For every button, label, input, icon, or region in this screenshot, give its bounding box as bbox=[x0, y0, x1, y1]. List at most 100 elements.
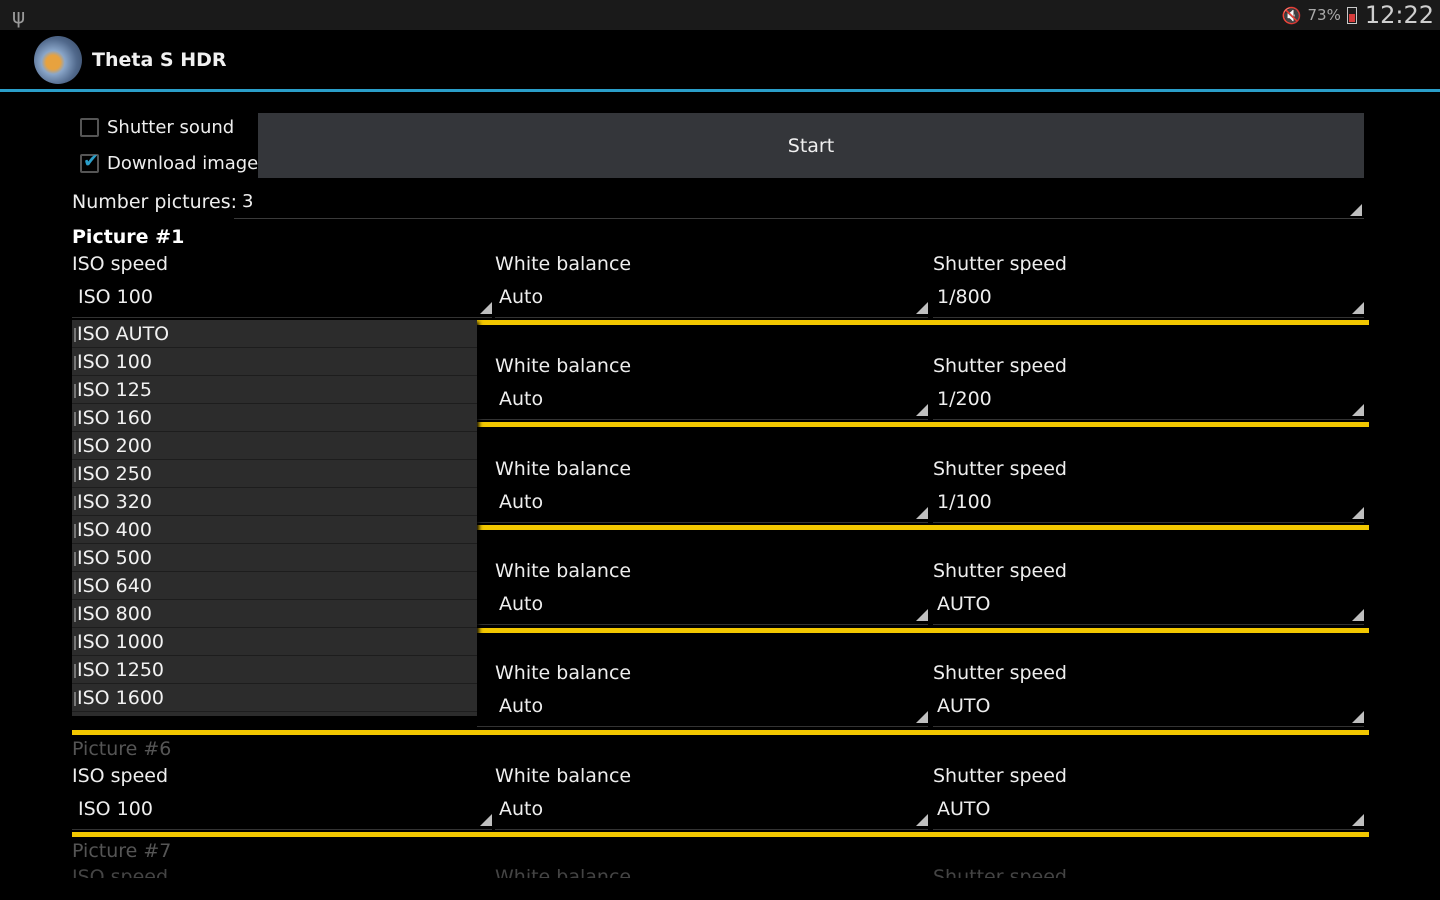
shutter-value: AUTO bbox=[937, 695, 991, 717]
white-balance-label: White balance bbox=[495, 355, 632, 377]
start-button[interactable]: Start bbox=[258, 113, 1364, 178]
battery-icon bbox=[1346, 6, 1357, 24]
white-balance-label: White balance bbox=[495, 253, 632, 275]
status-indicators: 🔇 73% 12:22 bbox=[1282, 0, 1434, 30]
iso-option[interactable]: ISO 200 bbox=[72, 432, 477, 460]
checkbox-unchecked-icon bbox=[80, 118, 99, 137]
shutter-spinner-1[interactable]: 1/800 bbox=[933, 286, 1364, 318]
download-images-checkbox[interactable]: Download images bbox=[80, 150, 268, 174]
spinner-arrow-icon bbox=[916, 404, 928, 416]
picture-separator bbox=[72, 832, 1369, 837]
spinner-arrow-icon bbox=[1352, 814, 1364, 826]
shutter-spinner-3[interactable]: 1/100 bbox=[933, 491, 1364, 523]
wb-spinner-1[interactable]: Auto bbox=[495, 286, 928, 318]
white-balance-label: White balance bbox=[495, 662, 632, 684]
picture-separator bbox=[72, 730, 1369, 735]
field-corner-icon bbox=[1350, 204, 1362, 216]
shutter-speed-label: Shutter speed bbox=[933, 253, 1067, 275]
spinner-arrow-icon bbox=[480, 302, 492, 314]
shutter-speed-label: Shutter speed bbox=[933, 866, 1067, 878]
shutter-value: 1/100 bbox=[937, 491, 992, 513]
iso-option[interactable]: ISO 160 bbox=[72, 404, 477, 432]
status-bar: ψ 🔇 73% 12:22 bbox=[0, 0, 1440, 30]
iso-speed-label: ISO speed bbox=[72, 866, 169, 878]
spinner-arrow-icon bbox=[1352, 711, 1364, 723]
spinner-arrow-icon bbox=[480, 814, 492, 826]
white-balance-label: White balance bbox=[495, 765, 632, 787]
checkbox-checked-icon bbox=[80, 150, 99, 173]
iso-value: ISO 100 bbox=[78, 798, 153, 820]
shutter-spinner-4[interactable]: AUTO bbox=[933, 593, 1364, 625]
shutter-sound-checkbox[interactable]: Shutter sound bbox=[80, 117, 234, 138]
iso-option[interactable]: ISO 320 bbox=[72, 488, 477, 516]
app-icon[interactable] bbox=[34, 36, 82, 84]
shutter-speed-label: Shutter speed bbox=[933, 458, 1067, 480]
usb-icon: ψ bbox=[12, 4, 26, 28]
shutter-value: AUTO bbox=[937, 593, 991, 615]
iso-speed-label: ISO speed bbox=[72, 765, 169, 787]
iso-option[interactable]: ISO 400 bbox=[72, 516, 477, 544]
spinner-arrow-icon bbox=[916, 609, 928, 621]
wb-spinner-4[interactable]: Auto bbox=[477, 593, 928, 625]
shutter-sound-label: Shutter sound bbox=[107, 117, 235, 138]
iso-spinner-6[interactable]: ISO 100 bbox=[72, 798, 492, 830]
battery-percent: 73% bbox=[1307, 6, 1341, 24]
shutter-value: 1/200 bbox=[937, 388, 992, 410]
spinner-arrow-icon bbox=[916, 507, 928, 519]
iso-option[interactable]: ISO 1600 bbox=[72, 684, 477, 712]
shutter-speed-label: Shutter speed bbox=[933, 560, 1067, 582]
number-pictures-input[interactable]: 3 bbox=[234, 191, 1364, 219]
wb-value: Auto bbox=[499, 491, 544, 513]
iso-option[interactable]: ISO 1250 bbox=[72, 656, 477, 684]
spinner-arrow-icon bbox=[1352, 609, 1364, 621]
wb-spinner-5[interactable]: Auto bbox=[477, 695, 928, 727]
spinner-arrow-icon bbox=[1352, 302, 1364, 314]
iso-option[interactable]: ISO 250 bbox=[72, 460, 477, 488]
iso-dropdown-list[interactable]: ISO AUTO ISO 100 ISO 125 ISO 160 ISO 200 ISO … bbox=[72, 320, 477, 716]
wb-value: Auto bbox=[499, 388, 544, 410]
iso-speed-label: ISO speed bbox=[72, 253, 169, 275]
shutter-spinner-6[interactable]: AUTO bbox=[933, 798, 1364, 830]
shutter-speed-label: Shutter speed bbox=[933, 662, 1067, 684]
white-balance-label: White balance bbox=[495, 866, 632, 878]
shutter-value: 1/800 bbox=[937, 286, 992, 308]
wb-value: Auto bbox=[499, 593, 544, 615]
clock: 12:22 bbox=[1364, 1, 1434, 29]
iso-option[interactable]: ISO 640 bbox=[72, 572, 477, 600]
wb-value: Auto bbox=[499, 695, 544, 717]
iso-spinner-1[interactable]: ISO 100 bbox=[72, 286, 492, 318]
number-pictures-label: Number pictures: bbox=[72, 191, 238, 213]
iso-option[interactable]: ISO AUTO bbox=[72, 320, 477, 348]
picture-7-title: Picture #7 bbox=[72, 840, 172, 862]
white-balance-label: White balance bbox=[495, 560, 632, 582]
spinner-arrow-icon bbox=[916, 711, 928, 723]
spinner-arrow-icon bbox=[1352, 507, 1364, 519]
spinner-arrow-icon bbox=[916, 302, 928, 314]
iso-option[interactable]: ISO 800 bbox=[72, 600, 477, 628]
shutter-spinner-5[interactable]: AUTO bbox=[933, 695, 1364, 727]
wb-spinner-6[interactable]: Auto bbox=[495, 798, 928, 830]
app-title: Theta S HDR bbox=[92, 49, 227, 71]
action-bar: Theta S HDR bbox=[0, 30, 1440, 92]
white-balance-label: White balance bbox=[495, 458, 632, 480]
wb-spinner-2[interactable]: Auto bbox=[477, 388, 928, 420]
download-images-label: Download images bbox=[107, 153, 268, 174]
picture-1-title: Picture #1 bbox=[72, 226, 185, 248]
shutter-speed-label: Shutter speed bbox=[933, 355, 1067, 377]
iso-option[interactable]: ISO 125 bbox=[72, 376, 477, 404]
picture-6-title: Picture #6 bbox=[72, 738, 172, 760]
number-pictures-value: 3 bbox=[242, 191, 254, 212]
iso-option[interactable]: ISO 100 bbox=[72, 348, 477, 376]
shutter-value: AUTO bbox=[937, 798, 991, 820]
iso-value: ISO 100 bbox=[78, 286, 153, 308]
wb-value: Auto bbox=[499, 286, 544, 308]
iso-option[interactable]: ISO 500 bbox=[72, 544, 477, 572]
wb-value: Auto bbox=[499, 798, 544, 820]
mute-icon: 🔇 bbox=[1281, 5, 1302, 25]
spinner-arrow-icon bbox=[916, 814, 928, 826]
wb-spinner-3[interactable]: Auto bbox=[477, 491, 928, 523]
shutter-speed-label: Shutter speed bbox=[933, 765, 1067, 787]
iso-option[interactable]: ISO 1000 bbox=[72, 628, 477, 656]
spinner-arrow-icon bbox=[1352, 404, 1364, 416]
shutter-spinner-2[interactable]: 1/200 bbox=[933, 388, 1364, 420]
